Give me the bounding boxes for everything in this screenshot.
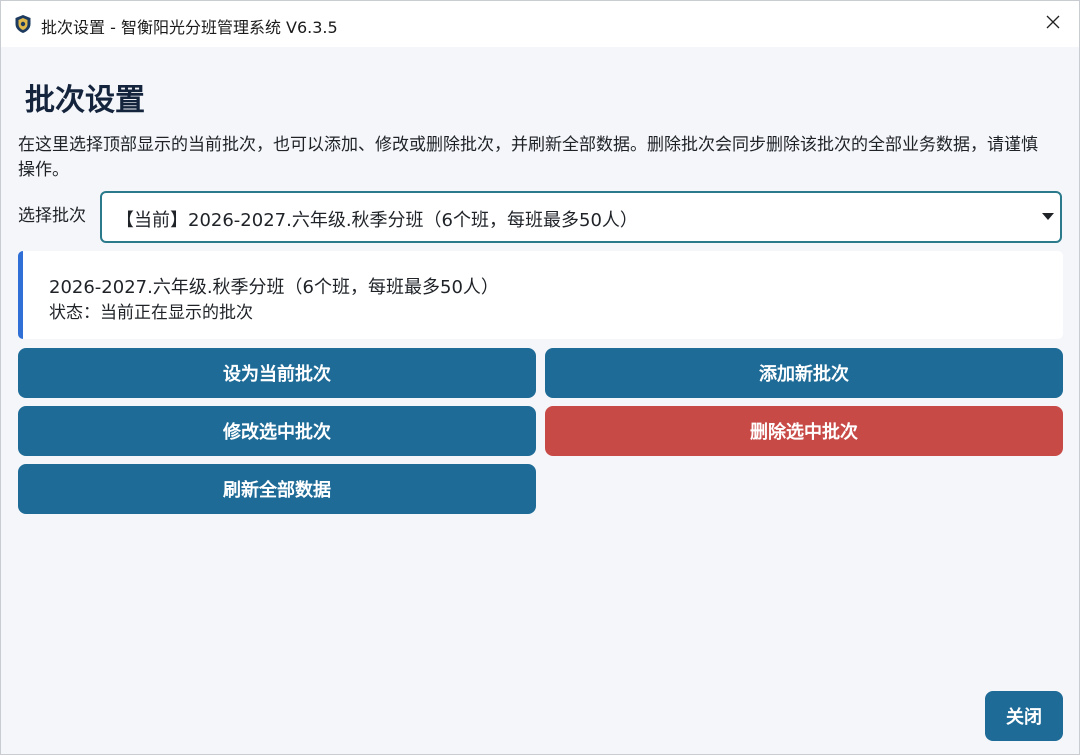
batch-info-name: 2026-2027.六年级.秋季分班（6个班，每班最多50人） bbox=[49, 277, 499, 298]
page-title: 批次设置 bbox=[25, 83, 145, 118]
batch-info-status: 状态：当前正在显示的批次 bbox=[49, 303, 253, 323]
chevron-down-icon bbox=[1042, 213, 1054, 220]
window-close-button[interactable] bbox=[1027, 1, 1079, 47]
refresh-all-button[interactable]: 刷新全部数据 bbox=[18, 464, 536, 514]
add-batch-button[interactable]: 添加新批次 bbox=[545, 348, 1063, 398]
delete-batch-button[interactable]: 删除选中批次 bbox=[545, 406, 1063, 456]
batch-select-label: 选择批次 bbox=[18, 206, 86, 226]
set-current-batch-button[interactable]: 设为当前批次 bbox=[18, 348, 536, 398]
edit-batch-button[interactable]: 修改选中批次 bbox=[18, 406, 536, 456]
shield-icon bbox=[14, 14, 32, 34]
close-button[interactable]: 关闭 bbox=[985, 691, 1063, 741]
page-description: 在这里选择顶部显示的当前批次，也可以添加、修改或删除批次，并刷新全部数据。删除批… bbox=[18, 135, 1038, 180]
title-bar: 批次设置 - 智衡阳光分班管理系统 V6.3.5 bbox=[1, 1, 1079, 47]
close-icon bbox=[1045, 14, 1061, 34]
batch-settings-window: 批次设置 - 智衡阳光分班管理系统 V6.3.5 批次设置 在这里选择顶部显示的… bbox=[0, 0, 1080, 755]
batch-info-card: 2026-2027.六年级.秋季分班（6个班，每班最多50人） 状态：当前正在显… bbox=[18, 251, 1063, 339]
window-title: 批次设置 - 智衡阳光分班管理系统 V6.3.5 bbox=[41, 18, 338, 37]
batch-select-dropdown[interactable]: 【当前】2026-2027.六年级.秋季分班（6个班，每班最多50人） bbox=[100, 191, 1062, 243]
batch-select-value: 【当前】2026-2027.六年级.秋季分班（6个班，每班最多50人） bbox=[116, 210, 638, 231]
